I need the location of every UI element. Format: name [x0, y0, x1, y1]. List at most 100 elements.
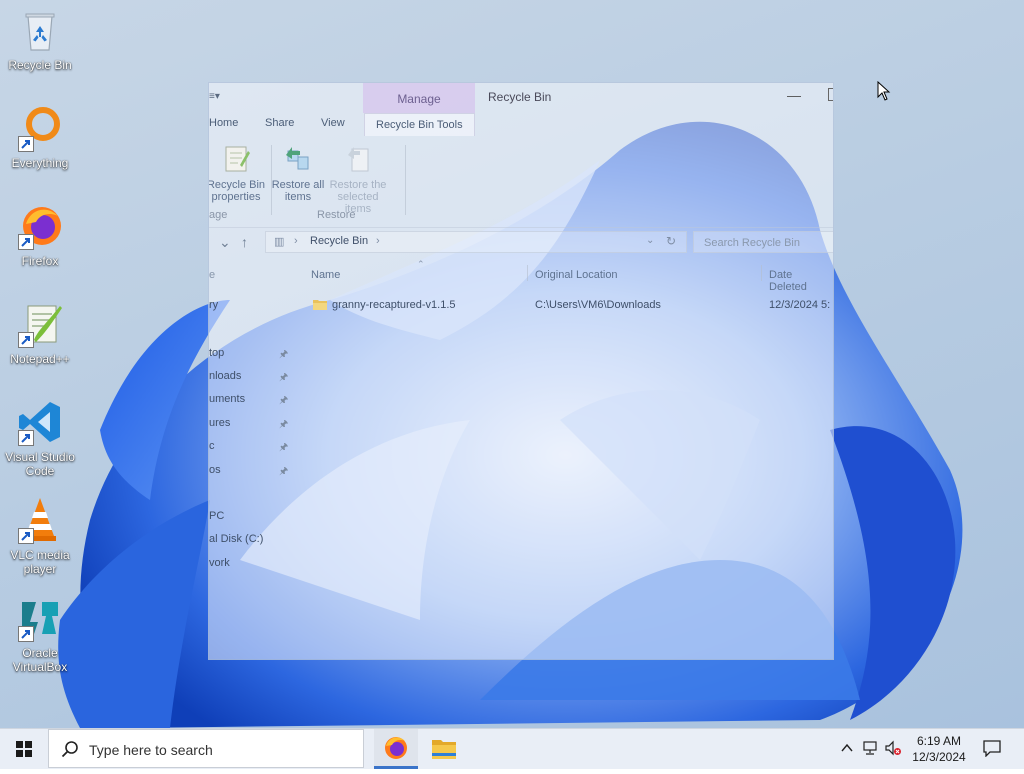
folder-icon [432, 740, 456, 759]
ribbon-group-restore-label: Restore [317, 209, 356, 221]
start-button[interactable] [0, 729, 48, 769]
vlc-icon [16, 496, 64, 544]
pin-icon: 🖈 [279, 372, 289, 383]
properties-label: Recycle Bin properties [208, 179, 266, 203]
tab-recycle-bin-tools[interactable]: Recycle Bin Tools [364, 113, 475, 136]
desktop-icon-notepad-plus-plus[interactable]: Notepad++ [0, 300, 80, 366]
restore-all-icon [282, 143, 314, 175]
minimize-button[interactable]: — [787, 87, 801, 103]
search-placeholder: Type here to search [89, 742, 213, 758]
windows-logo-icon [16, 741, 32, 757]
desktop-icon-everything[interactable]: Everything [0, 104, 80, 170]
nav-item-this-pc[interactable]: PC [209, 510, 224, 522]
address-bar[interactable]: ▥ › Recycle Bin › ⌄ ↻ [265, 231, 687, 253]
taskbar: Type here to search 6:19 AM 12/3/2024 [0, 728, 1024, 769]
file-original-location: C:\Users\VM6\Downloads [535, 299, 661, 311]
address-row: ⌄ ↑ ▥ › Recycle Bin › ⌄ ↻ [209, 229, 833, 257]
mouse-cursor-icon [877, 81, 891, 101]
nav-item[interactable]: ry [209, 299, 218, 311]
ribbon-separator [405, 145, 406, 215]
pin-icon: 🖈 [279, 419, 289, 430]
desktop-icon-label: Everything [11, 156, 69, 170]
shortcut-arrow-icon [18, 136, 34, 152]
shortcut-arrow-icon [18, 332, 34, 348]
desktop-icon-label: Firefox [21, 254, 59, 268]
breadcrumb-recycle-bin[interactable]: Recycle Bin [310, 235, 368, 247]
explorer-window[interactable]: ≡▾ Manage Recycle Bin — Home Share View … [208, 82, 834, 660]
file-list: ⌃ Name Original Location Date Deleted gr… [305, 259, 833, 659]
desktop: Recycle Bin Everything Firefox Notepad++… [0, 0, 1024, 728]
desktop-icon-label: Recycle Bin [8, 58, 72, 72]
vscode-icon [16, 398, 64, 446]
pin-icon: 🖈 [279, 349, 289, 360]
recycle-bin-properties-button[interactable]: Recycle Bin properties [208, 143, 271, 203]
desktop-icon-vscode[interactable]: Visual Studio Code [0, 398, 80, 478]
ribbon-tabs: Home Share View Recycle Bin Tools [209, 113, 833, 136]
nav-item-music[interactable]: c [209, 440, 215, 452]
window-title: Recycle Bin [488, 90, 552, 104]
tab-share[interactable]: Share [265, 117, 294, 129]
column-separator[interactable] [761, 265, 762, 281]
file-date-deleted: 12/3/2024 5: [769, 299, 831, 311]
nav-item-local-disk[interactable]: al Disk (C:) [209, 533, 263, 545]
show-hidden-icons-chevron-icon[interactable] [840, 740, 854, 761]
taskbar-clock[interactable]: 6:19 AM 12/3/2024 [906, 733, 972, 765]
search-input[interactable] [702, 234, 833, 251]
clock-date: 12/3/2024 [912, 750, 966, 764]
up-arrow-icon[interactable]: ↑ [241, 234, 248, 250]
ribbon-separator [271, 145, 272, 215]
column-separator[interactable] [527, 265, 528, 281]
title-bar[interactable]: ≡▾ Manage Recycle Bin — [209, 83, 833, 113]
nav-item-downloads[interactable]: nloads [209, 370, 241, 382]
column-header-original-location[interactable]: Original Location [535, 269, 618, 281]
desktop-icon-label: Notepad++ [10, 352, 70, 366]
desktop-icon-virtualbox[interactable]: Oracle VirtualBox [0, 594, 80, 674]
taskbar-file-explorer[interactable] [422, 729, 466, 769]
tab-view[interactable]: View [321, 117, 345, 129]
column-header-date-deleted[interactable]: Date Deleted [769, 269, 833, 293]
nav-item-pictures[interactable]: ures [209, 417, 230, 429]
restore-selected-items-button[interactable]: Restore the selected items [323, 143, 393, 215]
address-dropdown-icon[interactable]: ⌄ [646, 235, 654, 246]
everything-icon [16, 104, 64, 152]
notepad-plus-plus-icon [16, 300, 64, 348]
quick-access-dropdown-icon[interactable]: ≡▾ [209, 91, 227, 105]
desktop-icon-firefox[interactable]: Firefox [0, 202, 80, 268]
sort-ascending-icon: ⌃ [417, 259, 425, 269]
search-box[interactable] [693, 231, 833, 253]
recycle-bin-small-icon: ▥ [274, 236, 285, 248]
nav-item-desktop[interactable]: top [209, 347, 224, 359]
shortcut-arrow-icon [18, 430, 34, 446]
desktop-icon-label: Oracle VirtualBox [12, 646, 68, 674]
notifications-icon[interactable] [982, 739, 1002, 762]
pin-icon: 🖈 [279, 395, 289, 406]
folder-icon [313, 300, 327, 310]
desktop-icon-vlc[interactable]: VLC media player [0, 496, 80, 576]
pin-icon: 🖈 [279, 442, 289, 453]
nav-item-videos[interactable]: os [209, 464, 221, 476]
taskbar-firefox[interactable] [374, 729, 418, 769]
nav-item-network[interactable]: vork [209, 557, 230, 569]
ribbon: Recycle Bin properties Restore all items [209, 135, 833, 228]
column-header-name[interactable]: Name [311, 269, 340, 281]
recycle-bin-icon [16, 6, 64, 54]
manage-tab[interactable]: Manage [363, 83, 475, 113]
taskbar-search[interactable]: Type here to search [48, 729, 364, 768]
navigation-pane: e ry top 🖈 nloads 🖈 uments 🖈 ures 🖈 c 🖈 … [209, 259, 301, 659]
desktop-icon-recycle-bin[interactable]: Recycle Bin [0, 6, 80, 72]
file-row[interactable]: granny-recaptured-v1.1.5 C:\Users\VM6\Do… [305, 295, 833, 317]
shortcut-arrow-icon [18, 234, 34, 250]
breadcrumb-separator-icon[interactable]: › [294, 235, 298, 247]
nav-item-documents[interactable]: uments [209, 393, 245, 405]
tab-home[interactable]: Home [209, 117, 238, 129]
refresh-icon[interactable]: ↻ [666, 234, 676, 248]
virtualbox-icon [16, 594, 64, 642]
recent-locations-icon[interactable]: ⌄ [219, 234, 231, 251]
search-icon [61, 741, 78, 758]
network-icon[interactable] [862, 740, 880, 761]
desktop-icon-label: Visual Studio Code [5, 450, 75, 478]
maximize-button[interactable] [828, 88, 833, 101]
firefox-icon [16, 202, 64, 250]
breadcrumb-separator-icon[interactable]: › [376, 235, 380, 247]
volume-muted-icon[interactable] [884, 740, 902, 761]
